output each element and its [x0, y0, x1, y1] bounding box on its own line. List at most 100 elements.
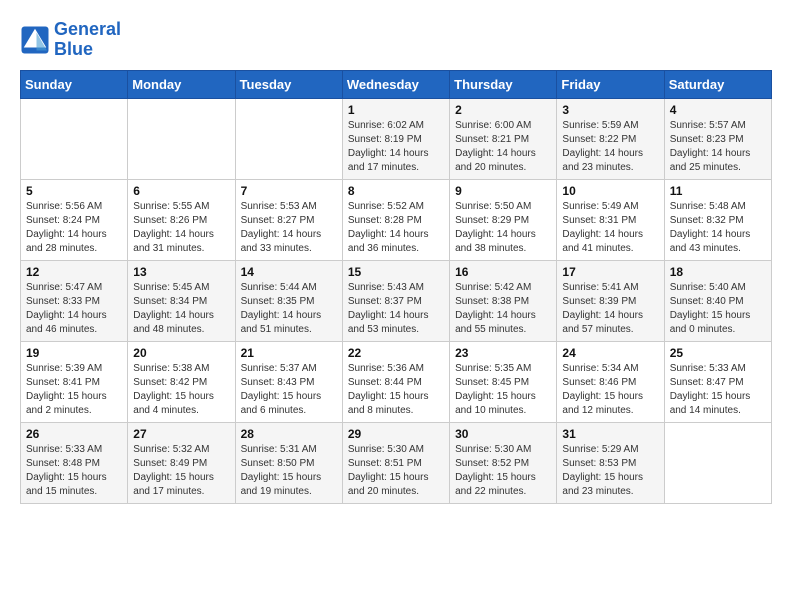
- weekday-header: Sunday: [21, 70, 128, 98]
- day-info: Sunrise: 5:50 AMSunset: 8:29 PMDaylight:…: [455, 200, 551, 256]
- calendar-cell: 2 Sunrise: 6:00 AMSunset: 8:21 PMDaylight…: [450, 98, 557, 179]
- calendar-cell: 1 Sunrise: 6:02 AMSunset: 8:19 PMDaylight…: [342, 98, 449, 179]
- calendar-cell: 30 Sunrise: 5:30 AMSunset: 8:52 PMDayligh…: [450, 422, 557, 503]
- day-info: Sunrise: 5:57 AMSunset: 8:23 PMDaylight:…: [670, 119, 766, 175]
- day-number: 28: [241, 427, 337, 441]
- day-number: 20: [133, 346, 229, 360]
- calendar-cell: [21, 98, 128, 179]
- day-info: Sunrise: 5:41 AMSunset: 8:39 PMDaylight:…: [562, 281, 658, 337]
- day-info: Sunrise: 5:52 AMSunset: 8:28 PMDaylight:…: [348, 200, 444, 256]
- day-number: 11: [670, 184, 766, 198]
- day-number: 17: [562, 265, 658, 279]
- day-number: 12: [26, 265, 122, 279]
- day-number: 13: [133, 265, 229, 279]
- day-number: 19: [26, 346, 122, 360]
- calendar-cell: [128, 98, 235, 179]
- day-number: 8: [348, 184, 444, 198]
- day-info: Sunrise: 5:53 AMSunset: 8:27 PMDaylight:…: [241, 200, 337, 256]
- logo: General Blue: [20, 20, 121, 60]
- calendar-cell: 12 Sunrise: 5:47 AMSunset: 8:33 PMDayligh…: [21, 260, 128, 341]
- day-info: Sunrise: 5:39 AMSunset: 8:41 PMDaylight:…: [26, 362, 122, 418]
- calendar-cell: [235, 98, 342, 179]
- day-number: 16: [455, 265, 551, 279]
- day-info: Sunrise: 5:32 AMSunset: 8:49 PMDaylight:…: [133, 443, 229, 499]
- calendar-cell: 19 Sunrise: 5:39 AMSunset: 8:41 PMDayligh…: [21, 341, 128, 422]
- calendar-cell: [664, 422, 771, 503]
- day-number: 3: [562, 103, 658, 117]
- calendar-cell: 26 Sunrise: 5:33 AMSunset: 8:48 PMDayligh…: [21, 422, 128, 503]
- calendar-cell: 25 Sunrise: 5:33 AMSunset: 8:47 PMDayligh…: [664, 341, 771, 422]
- logo-icon: [20, 25, 50, 55]
- calendar-cell: 18 Sunrise: 5:40 AMSunset: 8:40 PMDayligh…: [664, 260, 771, 341]
- day-info: Sunrise: 5:33 AMSunset: 8:47 PMDaylight:…: [670, 362, 766, 418]
- day-number: 25: [670, 346, 766, 360]
- calendar-week-row: 5 Sunrise: 5:56 AMSunset: 8:24 PMDaylight…: [21, 179, 772, 260]
- weekday-header: Monday: [128, 70, 235, 98]
- day-info: Sunrise: 5:44 AMSunset: 8:35 PMDaylight:…: [241, 281, 337, 337]
- day-info: Sunrise: 5:36 AMSunset: 8:44 PMDaylight:…: [348, 362, 444, 418]
- weekday-header: Tuesday: [235, 70, 342, 98]
- logo-text: General Blue: [54, 20, 121, 60]
- day-info: Sunrise: 5:55 AMSunset: 8:26 PMDaylight:…: [133, 200, 229, 256]
- day-info: Sunrise: 5:56 AMSunset: 8:24 PMDaylight:…: [26, 200, 122, 256]
- day-info: Sunrise: 5:33 AMSunset: 8:48 PMDaylight:…: [26, 443, 122, 499]
- calendar-cell: 14Sunrise: 5:44 AMSunset: 8:35 PMDayligh…: [235, 260, 342, 341]
- calendar-cell: 11 Sunrise: 5:48 AMSunset: 8:32 PMDayligh…: [664, 179, 771, 260]
- calendar-body: 1 Sunrise: 6:02 AMSunset: 8:19 PMDaylight…: [21, 98, 772, 503]
- calendar-cell: 4 Sunrise: 5:57 AMSunset: 8:23 PMDaylight…: [664, 98, 771, 179]
- day-number: 2: [455, 103, 551, 117]
- calendar-cell: 22 Sunrise: 5:36 AMSunset: 8:44 PMDayligh…: [342, 341, 449, 422]
- day-number: 5: [26, 184, 122, 198]
- day-info: Sunrise: 6:02 AMSunset: 8:19 PMDaylight:…: [348, 119, 444, 175]
- day-info: Sunrise: 6:00 AMSunset: 8:21 PMDaylight:…: [455, 119, 551, 175]
- calendar-cell: 17 Sunrise: 5:41 AMSunset: 8:39 PMDayligh…: [557, 260, 664, 341]
- calendar-cell: 13 Sunrise: 5:45 AMSunset: 8:34 PMDayligh…: [128, 260, 235, 341]
- day-info: Sunrise: 5:42 AMSunset: 8:38 PMDaylight:…: [455, 281, 551, 337]
- weekday-header: Saturday: [664, 70, 771, 98]
- day-info: Sunrise: 5:40 AMSunset: 8:40 PMDaylight:…: [670, 281, 766, 337]
- calendar-cell: 7Sunrise: 5:53 AMSunset: 8:27 PMDaylight…: [235, 179, 342, 260]
- calendar-week-row: 1 Sunrise: 6:02 AMSunset: 8:19 PMDaylight…: [21, 98, 772, 179]
- calendar-cell: 28 Sunrise: 5:31 AMSunset: 8:50 PMDayligh…: [235, 422, 342, 503]
- day-info: Sunrise: 5:31 AMSunset: 8:50 PMDaylight:…: [241, 443, 337, 499]
- day-info: Sunrise: 5:37 AMSunset: 8:43 PMDaylight:…: [241, 362, 337, 418]
- day-number: 23: [455, 346, 551, 360]
- day-info: Sunrise: 5:34 AMSunset: 8:46 PMDaylight:…: [562, 362, 658, 418]
- day-number: 9: [455, 184, 551, 198]
- day-info: Sunrise: 5:59 AMSunset: 8:22 PMDaylight:…: [562, 119, 658, 175]
- day-info: Sunrise: 5:49 AMSunset: 8:31 PMDaylight:…: [562, 200, 658, 256]
- day-info: Sunrise: 5:30 AMSunset: 8:51 PMDaylight:…: [348, 443, 444, 499]
- calendar-cell: 31 Sunrise: 5:29 AMSunset: 8:53 PMDayligh…: [557, 422, 664, 503]
- day-number: 15: [348, 265, 444, 279]
- day-number: 22: [348, 346, 444, 360]
- day-info: Sunrise: 5:29 AMSunset: 8:53 PMDaylight:…: [562, 443, 658, 499]
- weekday-header: Wednesday: [342, 70, 449, 98]
- day-number: 26: [26, 427, 122, 441]
- day-number: 18: [670, 265, 766, 279]
- calendar-cell: 29Sunrise: 5:30 AMSunset: 8:51 PMDayligh…: [342, 422, 449, 503]
- day-number: 6: [133, 184, 229, 198]
- weekday-header: Friday: [557, 70, 664, 98]
- day-number: 24: [562, 346, 658, 360]
- calendar-cell: 24 Sunrise: 5:34 AMSunset: 8:46 PMDayligh…: [557, 341, 664, 422]
- day-number: 30: [455, 427, 551, 441]
- calendar-cell: 21Sunrise: 5:37 AMSunset: 8:43 PMDayligh…: [235, 341, 342, 422]
- day-info: Sunrise: 5:47 AMSunset: 8:33 PMDaylight:…: [26, 281, 122, 337]
- calendar-week-row: 26 Sunrise: 5:33 AMSunset: 8:48 PMDayligh…: [21, 422, 772, 503]
- day-number: 31: [562, 427, 658, 441]
- weekday-header: Thursday: [450, 70, 557, 98]
- day-info: Sunrise: 5:45 AMSunset: 8:34 PMDaylight:…: [133, 281, 229, 337]
- calendar-cell: 9 Sunrise: 5:50 AMSunset: 8:29 PMDaylight…: [450, 179, 557, 260]
- day-info: Sunrise: 5:38 AMSunset: 8:42 PMDaylight:…: [133, 362, 229, 418]
- day-info: Sunrise: 5:35 AMSunset: 8:45 PMDaylight:…: [455, 362, 551, 418]
- day-number: 4: [670, 103, 766, 117]
- page-header: General Blue: [20, 20, 772, 60]
- day-info: Sunrise: 5:43 AMSunset: 8:37 PMDaylight:…: [348, 281, 444, 337]
- calendar-cell: 16 Sunrise: 5:42 AMSunset: 8:38 PMDayligh…: [450, 260, 557, 341]
- day-number: 1: [348, 103, 444, 117]
- weekday-row: SundayMondayTuesdayWednesdayThursdayFrid…: [21, 70, 772, 98]
- day-info: Sunrise: 5:48 AMSunset: 8:32 PMDaylight:…: [670, 200, 766, 256]
- day-info: Sunrise: 5:30 AMSunset: 8:52 PMDaylight:…: [455, 443, 551, 499]
- calendar-cell: 3 Sunrise: 5:59 AMSunset: 8:22 PMDaylight…: [557, 98, 664, 179]
- calendar-cell: 5 Sunrise: 5:56 AMSunset: 8:24 PMDaylight…: [21, 179, 128, 260]
